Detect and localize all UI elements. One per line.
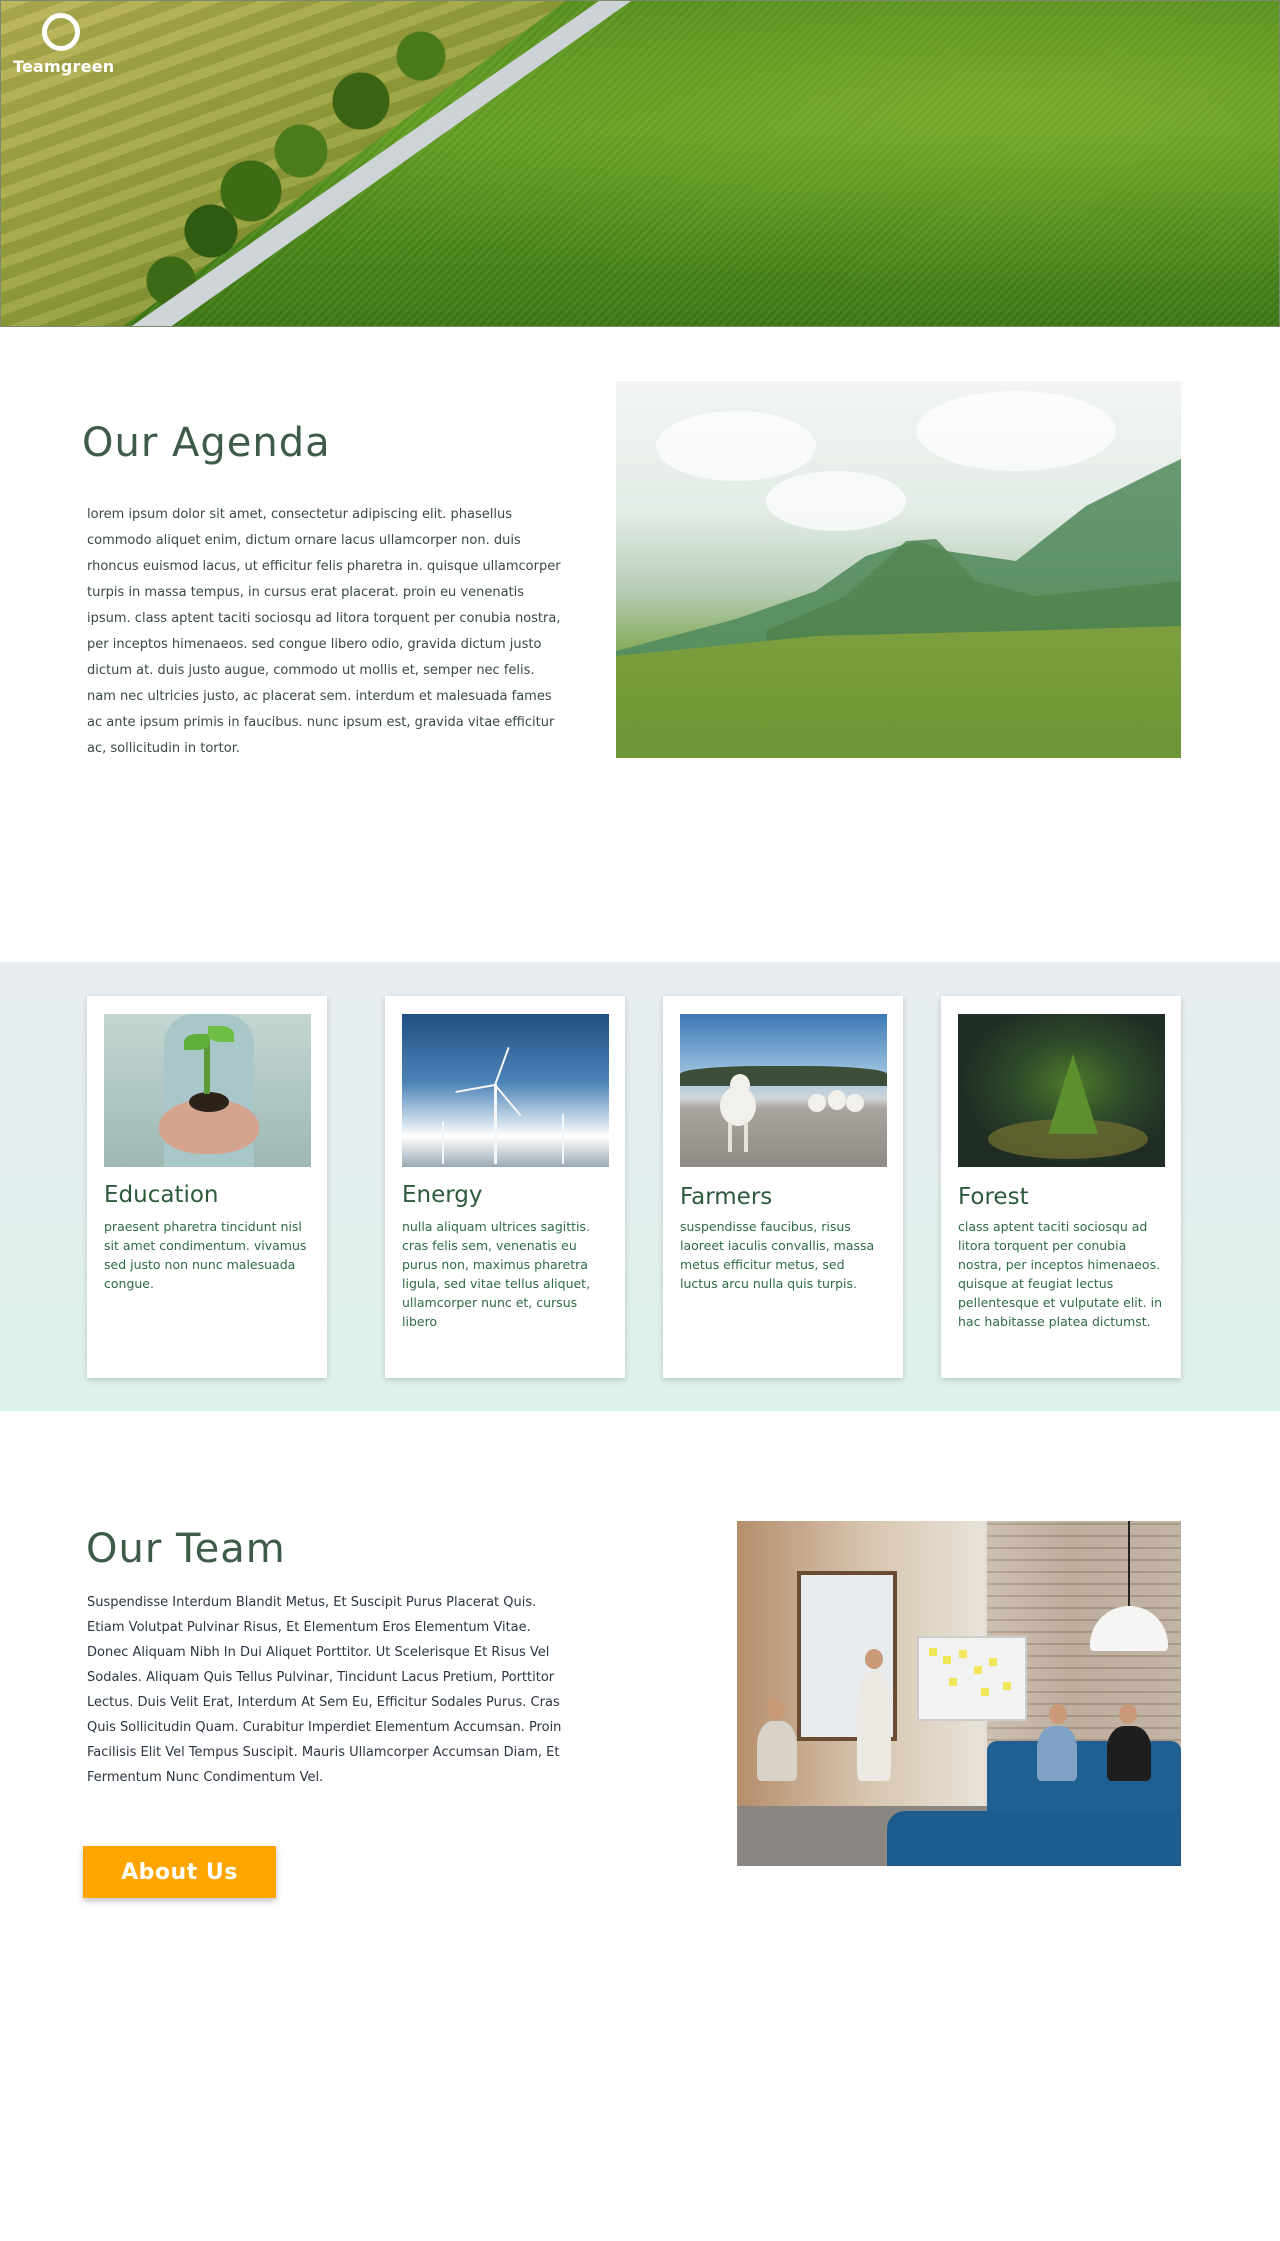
card-text: nulla aliquam ultrices sagittis. cras fe… <box>402 1219 591 1329</box>
card-title: Forest <box>958 1184 1029 1210</box>
card-education[interactable]: Education praesent pharetra tincidunt ni… <box>87 996 327 1378</box>
team-title: Our Team <box>86 1526 286 1572</box>
education-photo <box>104 1014 311 1167</box>
energy-photo <box>402 1014 609 1167</box>
card-text: class aptent taciti sociosqu ad litora t… <box>958 1219 1163 1329</box>
logo-text: Teamgreen <box>13 57 115 76</box>
agenda-text: lorem ipsum dolor sit amet, consectetur … <box>87 507 561 756</box>
hero-trees-image <box>1 1 1279 326</box>
card-farmers[interactable]: Farmers suspendisse faucibus, risus laor… <box>663 996 903 1378</box>
agenda-mountain-image <box>616 381 1181 758</box>
card-title: Energy <box>402 1182 483 1208</box>
hero-banner: Teamgreen <box>0 0 1280 327</box>
card-energy[interactable]: Energy nulla aliquam ultrices sagittis. … <box>385 996 625 1378</box>
team-office-image <box>737 1521 1181 1866</box>
card-text: praesent pharetra tincidunt nisl sit ame… <box>104 1219 307 1291</box>
card-forest[interactable]: Forest class aptent taciti sociosqu ad l… <box>941 996 1181 1378</box>
team-text: Suspendisse Interdum Blandit Metus, Et S… <box>87 1595 562 1785</box>
forest-photo <box>958 1014 1165 1167</box>
agenda-title: Our Agenda <box>82 420 331 466</box>
card-title: Farmers <box>680 1184 773 1210</box>
about-us-button[interactable]: About Us <box>83 1846 276 1898</box>
farmers-photo <box>680 1014 887 1167</box>
logo-ring-icon <box>41 13 80 51</box>
card-title: Education <box>104 1182 219 1208</box>
card-text: suspendisse faucibus, risus laoreet iacu… <box>680 1219 875 1291</box>
logo[interactable]: Teamgreen <box>13 13 115 76</box>
